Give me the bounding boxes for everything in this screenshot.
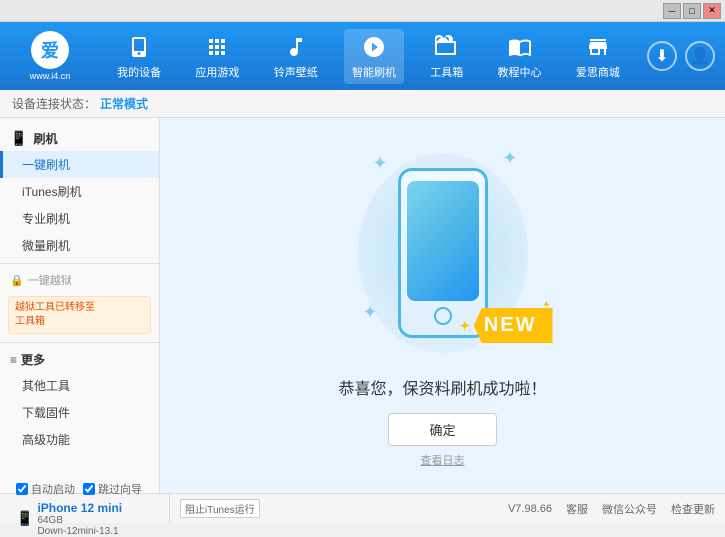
skip-wizard-input[interactable]: [83, 483, 95, 495]
status-label: 设备连接状态：: [12, 95, 96, 112]
new-banner-text: NEW: [474, 308, 553, 343]
more-section-label: 更多: [21, 351, 45, 368]
nav-label-toolbox: 工具箱: [430, 64, 463, 80]
auto-start-checkbox[interactable]: 自动启动: [16, 481, 75, 497]
success-text: 恭喜您，保资料刷机成功啦！: [338, 375, 546, 399]
customer-service-link[interactable]: 客服: [566, 501, 588, 517]
status-value: 正常模式: [100, 95, 148, 112]
itunes-running-status: 阻止iTunes运行: [180, 499, 260, 518]
sidebar-item-other-tools[interactable]: 其他工具: [0, 372, 159, 399]
sidebar-section-jailbreak: 🔒 一键越狱: [0, 268, 159, 292]
skip-wizard-checkbox[interactable]: 跳过向导: [83, 481, 142, 497]
status-bar: 设备连接状态： 正常模式: [0, 90, 725, 118]
auto-start-label: 自动启动: [31, 481, 75, 497]
more-section-icon: ≡: [10, 353, 17, 367]
device-icon: [125, 33, 153, 61]
nav-label-flash: 智能刷机: [352, 64, 396, 80]
header-right: ⬇ 👤: [647, 41, 715, 71]
nav-item-apps-games[interactable]: 应用游戏: [187, 29, 247, 84]
sidebar-divider-1: [0, 263, 159, 264]
device-name: iPhone 12 mini: [37, 501, 122, 515]
nav-item-ringtones[interactable]: 铃声壁纸: [266, 29, 326, 84]
lock-icon: 🔒: [10, 274, 24, 287]
title-bar-buttons: ─ □ ✕: [663, 3, 721, 19]
main-area: 📱 刷机 一键刷机 iTunes刷机 专业刷机 微量刷机 🔒 一键越狱 越狱工具…: [0, 118, 725, 493]
auto-start-input[interactable]: [16, 483, 28, 495]
maximize-button[interactable]: □: [683, 3, 701, 19]
sparkle-bottom-left: ✦: [363, 302, 378, 323]
header: 爱 www.i4.cn 我的设备 应用游戏 铃声壁纸: [0, 22, 725, 90]
sidebar-divider-2: [0, 342, 159, 343]
content-area: ✦ ✦ ✦ ✦ NEW ✦ 恭喜您，保资料刷机成功啦！ 确定 查看日志: [160, 118, 725, 493]
sidebar-item-save-data-flash[interactable]: 微量刷机: [0, 232, 159, 259]
skip-wizard-label: 跳过向导: [98, 481, 142, 497]
phone-illustration: ✦ ✦ ✦ ✦ NEW ✦: [353, 143, 533, 363]
nav-item-toolbox[interactable]: 工具箱: [422, 29, 471, 84]
phone-home-button: [434, 307, 452, 325]
nav-item-store[interactable]: 爱思商城: [568, 29, 628, 84]
nav-label-store: 爱思商城: [576, 64, 620, 80]
itunes-stop-button[interactable]: 阻止iTunes运行: [180, 499, 260, 518]
new-badge: ✦ NEW ✦: [460, 308, 553, 343]
sidebar: 📱 刷机 一键刷机 iTunes刷机 专业刷机 微量刷机 🔒 一键越狱 越狱工具…: [0, 118, 160, 493]
nav-item-smart-flash[interactable]: 智能刷机: [344, 29, 404, 84]
nav-item-tutorials[interactable]: 教程中心: [490, 29, 550, 84]
nav-label-tutorials: 教程中心: [498, 64, 542, 80]
sparkle-top-left: ✦: [373, 153, 388, 174]
tutorials-icon: [506, 33, 534, 61]
phone-screen: [407, 181, 479, 301]
sidebar-section-more: ≡ 更多: [0, 347, 159, 372]
flash-icon: [360, 33, 388, 61]
logo-area[interactable]: 爱 www.i4.cn: [10, 31, 90, 81]
close-button[interactable]: ✕: [703, 3, 721, 19]
sidebar-item-advanced[interactable]: 高级功能: [0, 426, 159, 453]
star-decoration: ✦: [460, 319, 470, 333]
sidebar-item-download-firmware[interactable]: 下载固件: [0, 399, 159, 426]
download-button[interactable]: ⬇: [647, 41, 677, 71]
sidebar-item-pro-flash[interactable]: 专业刷机: [0, 205, 159, 232]
bottom-bar: 自动启动 跳过向导 📱 iPhone 12 mini 64GB Down-12m…: [0, 493, 725, 523]
nav-items: 我的设备 应用游戏 铃声壁纸 智能刷机 工具箱: [100, 29, 637, 84]
sidebar-section-flash: 📱 刷机: [0, 126, 159, 151]
device-firmware: Down-12mini-13.1: [37, 526, 122, 537]
store-icon: [584, 33, 612, 61]
apps-icon: [203, 33, 231, 61]
check-update-link[interactable]: 检查更新: [671, 501, 715, 517]
bottom-left-section: 自动启动 跳过向导 📱 iPhone 12 mini 64GB Down-12m…: [10, 494, 170, 523]
flash-section-label: 刷机: [33, 130, 57, 147]
tools-icon: [433, 33, 461, 61]
bottom-content: 自动启动 跳过向导 📱 iPhone 12 mini 64GB Down-12m…: [10, 494, 715, 523]
wechat-link[interactable]: 微信公众号: [602, 501, 657, 517]
sidebar-item-itunes-flash[interactable]: iTunes刷机: [0, 178, 159, 205]
logo-url: www.i4.cn: [30, 71, 71, 81]
nav-item-my-device[interactable]: 我的设备: [109, 29, 169, 84]
device-small-icon: 📱: [16, 510, 33, 527]
title-bar: ─ □ ✕: [0, 0, 725, 22]
confirm-button[interactable]: 确定: [388, 413, 496, 446]
minimize-button[interactable]: ─: [663, 3, 681, 19]
nav-label-ringtones: 铃声壁纸: [274, 64, 318, 80]
sidebar-item-one-click-flash[interactable]: 一键刷机: [0, 151, 159, 178]
logo-icon: 爱: [31, 31, 69, 69]
ringtone-icon: [282, 33, 310, 61]
sparkle-top-right: ✦: [502, 148, 517, 169]
user-button[interactable]: 👤: [685, 41, 715, 71]
flash-section-icon: 📱: [10, 130, 27, 147]
jailbreak-label: 一键越狱: [28, 272, 72, 288]
star-top-right: ✦: [542, 300, 550, 311]
bottom-right: V7.98.66 客服 微信公众号 检查更新: [508, 501, 715, 517]
sidebar-notice-jailbreak: 越狱工具已转移至工具箱: [8, 296, 151, 334]
device-storage: 64GB: [37, 515, 122, 526]
nav-label-my-device: 我的设备: [117, 64, 161, 80]
nav-label-apps: 应用游戏: [195, 64, 239, 80]
version-text: V7.98.66: [508, 503, 552, 515]
goto-daily-link[interactable]: 查看日志: [421, 452, 465, 468]
